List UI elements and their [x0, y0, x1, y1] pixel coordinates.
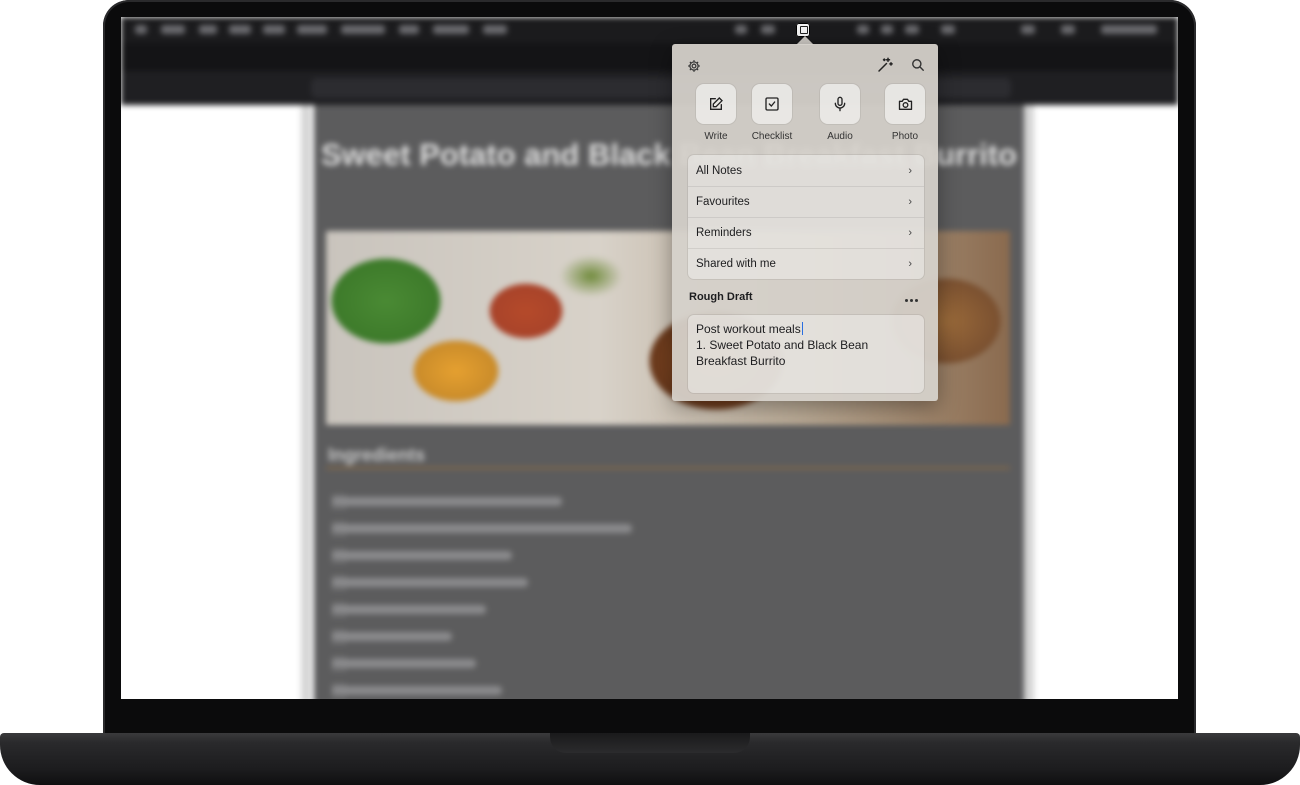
chevron-right-icon: › — [908, 164, 912, 177]
notes-popover: Write Checklist Audio Photo All Notes › … — [672, 44, 938, 401]
search-icon[interactable] — [909, 56, 927, 74]
nav-item-all-notes[interactable]: All Notes › — [688, 155, 924, 186]
note-line: Breakfast Burrito — [696, 354, 786, 368]
audio-button[interactable]: Audio — [812, 84, 868, 144]
photo-label: Photo — [891, 131, 919, 142]
blurred-desktop: Sweet Potato and Black Bean Breakfast Bu… — [121, 17, 1178, 699]
write-button[interactable]: Write — [688, 84, 744, 144]
chevron-right-icon: › — [908, 258, 912, 270]
ingredient-line — [332, 522, 632, 536]
checkbox-icon — [752, 84, 792, 124]
laptop-base-notch — [550, 733, 750, 753]
photo-button[interactable]: Photo — [877, 84, 933, 144]
note-line: Post workout meals — [696, 322, 801, 336]
ingredient-line — [332, 684, 502, 698]
microphone-icon — [820, 84, 860, 124]
note-line: 1. Sweet Potato and Black Bean — [696, 338, 869, 352]
notes-nav-list: All Notes › Favourites › Reminders › Sha… — [688, 155, 924, 279]
nav-item-label: Reminders — [696, 227, 752, 239]
chevron-right-icon: › — [908, 196, 912, 208]
nav-item-reminders[interactable]: Reminders › — [688, 217, 924, 248]
nav-item-label: Shared with me — [696, 258, 776, 270]
ingredient-line — [332, 549, 512, 563]
audio-label: Audio — [827, 131, 853, 142]
pencil-square-icon — [696, 84, 736, 124]
quick-actions: Write Checklist Audio Photo — [688, 84, 925, 144]
more-options-icon[interactable] — [904, 295, 920, 305]
browser-tab-bar — [121, 43, 1178, 71]
checklist-button[interactable]: Checklist — [744, 84, 800, 144]
nav-item-favourites[interactable]: Favourites › — [688, 186, 924, 217]
notes-menubar-icon[interactable] — [796, 23, 810, 37]
nav-item-label: Favourites — [696, 196, 750, 208]
camera-icon — [885, 84, 925, 124]
laptop-screen: Sweet Potato and Black Bean Breakfast Bu… — [121, 17, 1178, 699]
text-caret — [801, 322, 803, 335]
menu-bar — [121, 17, 1178, 43]
gear-icon[interactable] — [686, 58, 702, 74]
nav-item-shared-with-me[interactable]: Shared with me › — [688, 248, 924, 279]
ingredient-line — [332, 657, 476, 671]
write-label: Write — [704, 131, 728, 142]
checklist-label: Checklist — [751, 131, 793, 142]
ingredient-line — [332, 495, 562, 509]
ingredient-line — [332, 603, 486, 617]
draft-note-editor[interactable]: Post workout meals 1. Sweet Potato and B… — [688, 315, 924, 393]
nav-item-label: All Notes — [696, 164, 743, 177]
draft-title: Rough Draft — [689, 291, 753, 303]
chevron-right-icon: › — [908, 227, 912, 239]
ingredient-line — [332, 630, 452, 644]
ingredient-line — [332, 576, 528, 590]
magic-wand-icon[interactable] — [875, 55, 895, 75]
ingredients-heading: Ingredients — [328, 445, 426, 465]
